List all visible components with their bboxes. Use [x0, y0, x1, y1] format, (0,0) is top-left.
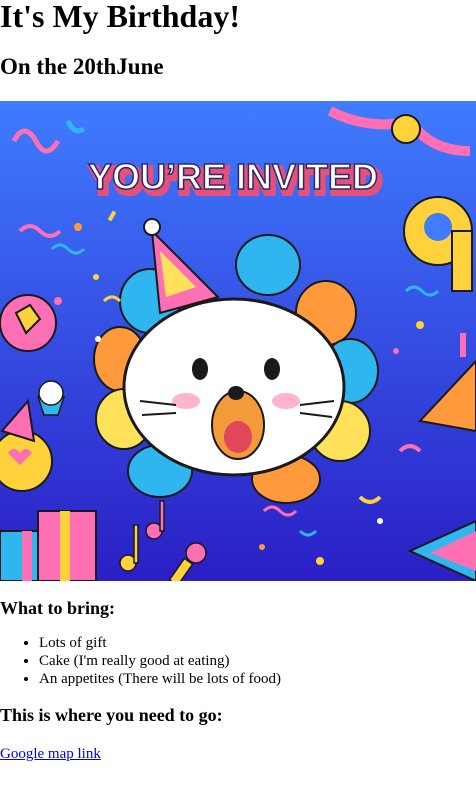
google-map-link[interactable]: Google map link — [0, 746, 101, 763]
list-item: An appetites (There will be lots of food… — [39, 670, 476, 688]
bring-heading: What to bring: — [0, 598, 116, 618]
list-item: Cake (I'm really good at eating) — [39, 652, 476, 670]
invitation-image: YOU’RE INVITED YOU’RE INVITED — [0, 101, 476, 581]
page-content: It's My Birthday! On the 20thJune YOU’RE… — [0, 0, 476, 763]
bring-list: Lots of gift Cake (I'm really good at ea… — [0, 634, 476, 688]
cupcake-icon — [36, 380, 66, 416]
date-heading: On the 20thJune — [0, 54, 164, 79]
cat-face-icon — [122, 297, 346, 477]
location-heading: This is where you need to go: — [0, 705, 223, 725]
page-title: It's My Birthday! — [0, 0, 240, 34]
list-item: Lots of gift — [39, 634, 476, 652]
invite-headline: YOU’RE INVITED — [88, 156, 378, 197]
donut-icon — [0, 294, 57, 352]
